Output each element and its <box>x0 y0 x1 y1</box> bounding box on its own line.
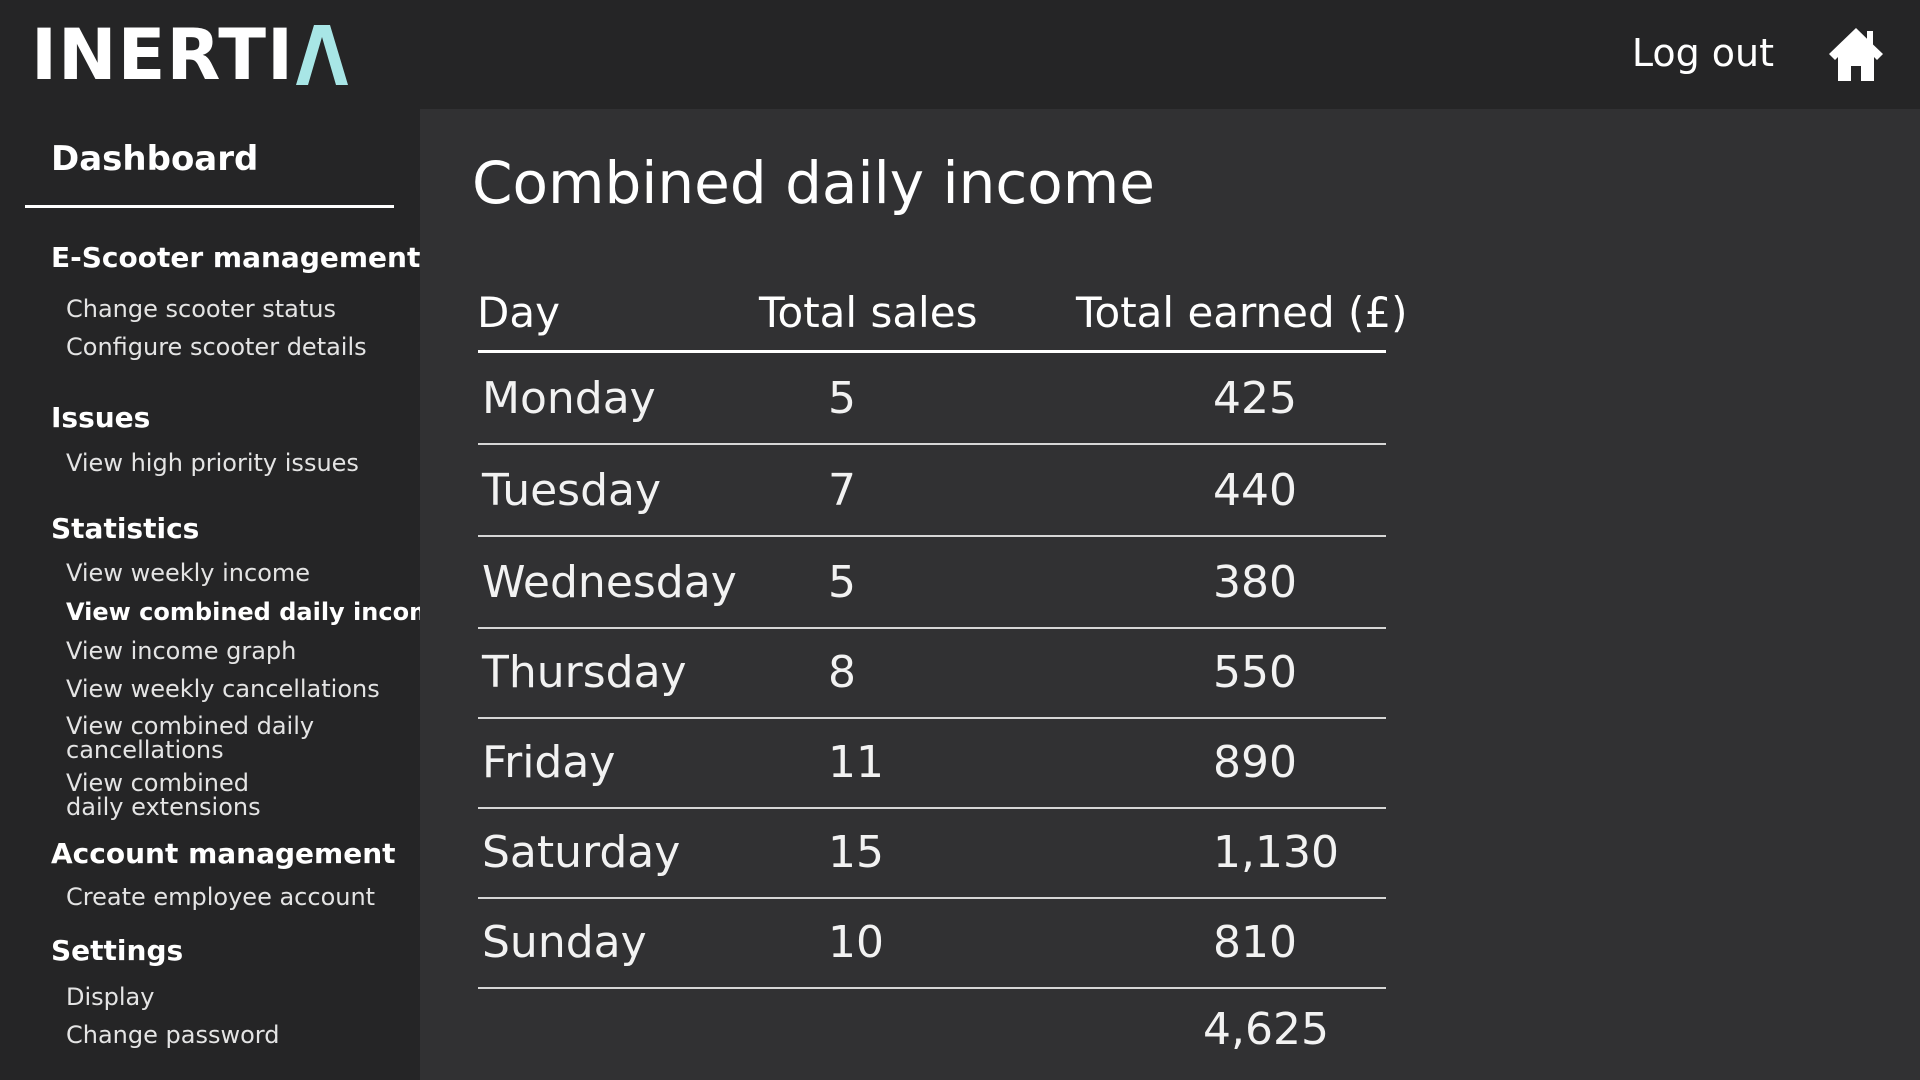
cell-day: Monday <box>482 373 656 424</box>
cell-day: Tuesday <box>482 465 662 516</box>
nav-display[interactable]: Display <box>66 985 154 1009</box>
table-row: Monday 5 425 <box>478 353 1386 445</box>
logo-accent-lambda-icon <box>296 25 348 85</box>
inertia-logo[interactable]: INERTI <box>31 18 348 92</box>
nav-view-high-priority-issues[interactable]: View high priority issues <box>66 451 359 475</box>
logout-button[interactable]: Log out <box>1632 28 1774 78</box>
nav-view-combined-daily-extensions[interactable]: View combined daily extensions <box>66 771 306 819</box>
total-earned-value: 4,625 <box>1203 1004 1329 1055</box>
cell-total-sales: 15 <box>828 827 884 878</box>
nav-view-combined-daily-income[interactable]: View combined daily income <box>66 600 450 624</box>
home-icon[interactable] <box>1826 24 1886 84</box>
nav-view-income-graph[interactable]: View income graph <box>66 639 296 663</box>
cell-total-earned: 810 <box>1213 917 1297 968</box>
table-row: Saturday 15 1,130 <box>478 807 1386 899</box>
cell-day: Friday <box>482 737 616 788</box>
logo-text: INERTI <box>31 14 294 96</box>
section-escooter-management: E-Scooter management <box>51 241 421 274</box>
nav-create-employee-account[interactable]: Create employee account <box>66 885 375 909</box>
cell-total-earned: 425 <box>1213 373 1297 424</box>
nav-change-scooter-status[interactable]: Change scooter status <box>66 297 336 321</box>
table-row: Friday 11 890 <box>478 717 1386 809</box>
cell-total-earned: 1,130 <box>1213 827 1339 878</box>
table-row: Sunday 10 810 <box>478 897 1386 989</box>
column-header-total-earned: Total earned (£) <box>1076 288 1408 337</box>
cell-day: Thursday <box>482 647 687 698</box>
cell-total-earned: 440 <box>1213 465 1297 516</box>
cell-day: Sunday <box>482 917 647 968</box>
nav-view-weekly-income[interactable]: View weekly income <box>66 561 310 585</box>
cell-total-earned: 380 <box>1213 557 1297 608</box>
section-statistics: Statistics <box>51 512 200 545</box>
cell-total-earned: 890 <box>1213 737 1297 788</box>
nav-view-combined-daily-cancellations[interactable]: View combined daily cancellations <box>66 714 326 762</box>
cell-total-sales: 5 <box>828 557 856 608</box>
section-account-management: Account management <box>51 837 396 870</box>
section-issues: Issues <box>51 401 151 434</box>
sidebar-dashboard-link[interactable]: Dashboard <box>51 137 258 181</box>
cell-total-sales: 5 <box>828 373 856 424</box>
cell-total-sales: 8 <box>828 647 856 698</box>
cell-day: Wednesday <box>482 557 737 608</box>
main-content: Combined daily income Day Total sales To… <box>420 109 1920 1080</box>
page-title: Combined daily income <box>472 149 1155 217</box>
column-header-total-sales: Total sales <box>759 288 978 337</box>
cell-total-sales: 7 <box>828 465 856 516</box>
cell-day: Saturday <box>482 827 681 878</box>
table-row: Thursday 8 550 <box>478 627 1386 719</box>
nav-view-weekly-cancellations[interactable]: View weekly cancellations <box>66 677 380 701</box>
cell-total-sales: 10 <box>828 917 884 968</box>
nav-change-password[interactable]: Change password <box>66 1023 279 1047</box>
table-row: Tuesday 7 440 <box>478 445 1386 537</box>
cell-total-earned: 550 <box>1213 647 1297 698</box>
top-bar: INERTI Log out <box>0 0 1920 109</box>
nav-configure-scooter-details[interactable]: Configure scooter details <box>66 335 367 359</box>
sidebar: Dashboard E-Scooter management Change sc… <box>0 109 450 1080</box>
section-settings: Settings <box>51 934 184 967</box>
table-row: Wednesday 5 380 <box>478 537 1386 629</box>
cell-total-sales: 11 <box>828 737 884 788</box>
dashboard-divider <box>25 205 394 208</box>
column-header-day: Day <box>477 288 560 337</box>
